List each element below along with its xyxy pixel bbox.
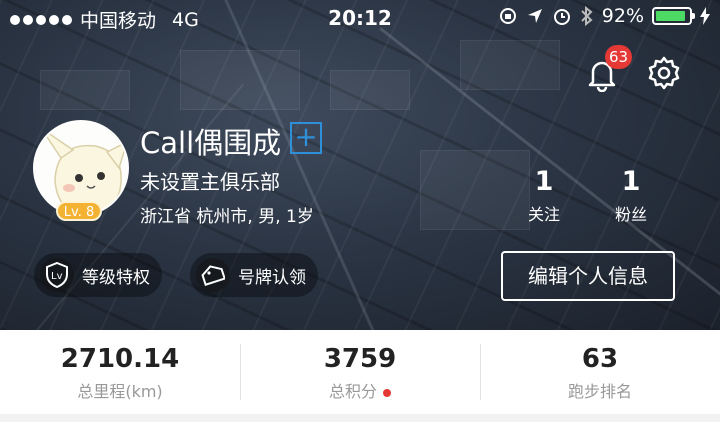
stats-bar: 2710.14 总里程(km) 3759 总积分 63 跑步排名 (0, 330, 720, 414)
stat-value: 63 (581, 344, 619, 374)
add-button[interactable]: + (290, 122, 322, 154)
plate-claim-label: 号牌认领 (238, 267, 306, 288)
club-name[interactable]: 未设置主俱乐部 (140, 166, 280, 195)
stat-value: 2710.14 (60, 344, 180, 374)
followers-label: 粉丝 (614, 205, 647, 224)
svg-text:Lv: Lv (51, 271, 63, 282)
settings-gear-icon[interactable] (646, 55, 682, 91)
battery-icon (652, 7, 695, 25)
following-count: 1 (534, 166, 554, 197)
stat-label: 总里程(km) (77, 382, 163, 401)
location-icon (527, 9, 542, 23)
notification-badge: 63 (605, 45, 633, 69)
edit-profile-button[interactable]: 编辑个人信息 (501, 251, 675, 301)
followers-stat[interactable]: 1 粉丝 (601, 166, 661, 225)
stat-value: 3759 (323, 344, 397, 374)
level-privilege-label: 等级特权 (82, 267, 150, 288)
following-stat[interactable]: 1 关注 (514, 166, 574, 225)
bib-tag-icon (196, 258, 230, 292)
following-label: 关注 (527, 205, 560, 224)
level-shield-icon: Lv (40, 258, 74, 292)
orientation-lock-icon (499, 8, 516, 24)
username: Call偶围成 (140, 126, 282, 160)
level-badge: Lv. 8 (56, 201, 102, 221)
status-bar: 中国移动 4G 20:12 92% (0, 0, 720, 38)
alarm-icon (553, 9, 570, 25)
stat-label: 总积分 (328, 382, 377, 401)
followers-count: 1 (621, 166, 641, 197)
new-indicator-dot (383, 388, 391, 397)
total-points-stat[interactable]: 3759 总积分 (240, 330, 480, 414)
total-distance-stat[interactable]: 2710.14 总里程(km) (0, 330, 240, 414)
bluetooth-icon (581, 5, 593, 27)
level-privilege-button[interactable]: Lv 等级特权 (34, 253, 162, 297)
stat-label: 跑步排名 (567, 382, 632, 401)
charging-icon (700, 7, 710, 25)
running-rank-stat[interactable]: 63 跑步排名 (480, 330, 720, 414)
plate-claim-button[interactable]: 号牌认领 (190, 253, 318, 297)
battery-percent: 92% (601, 5, 644, 27)
user-location-info: 浙江省 杭州市, 男, 1岁 (140, 207, 314, 227)
